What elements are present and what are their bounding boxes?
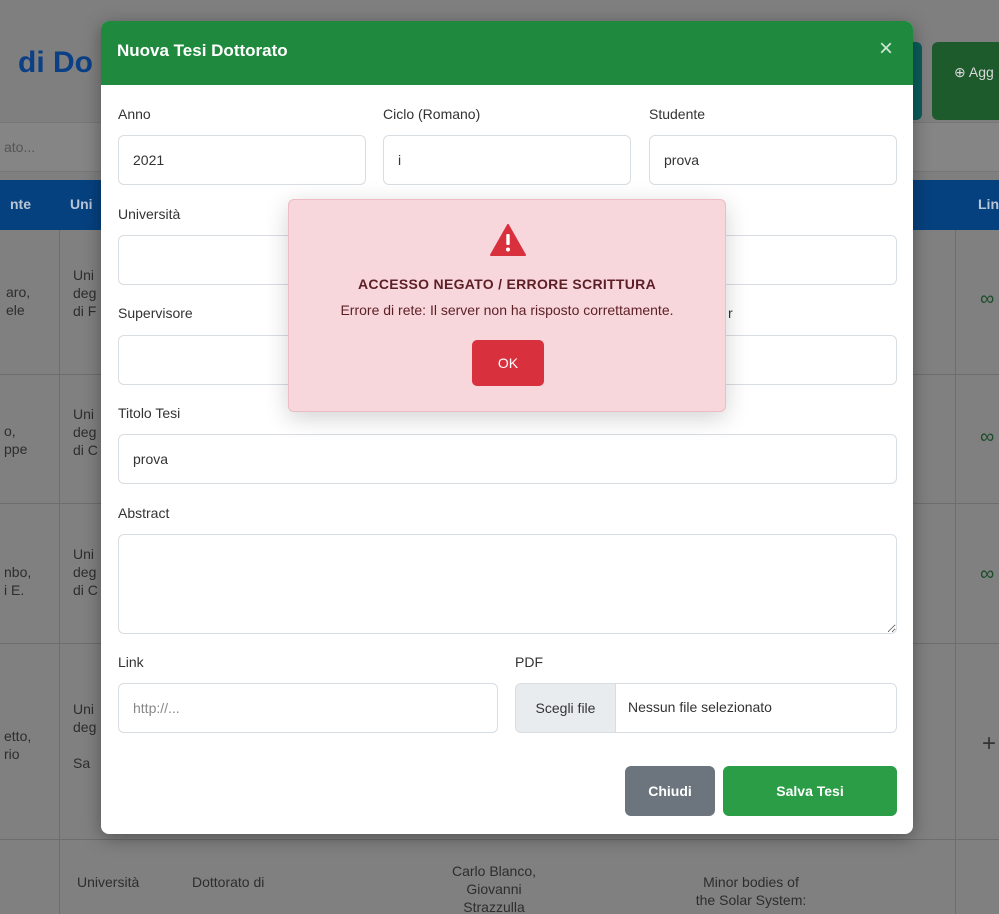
link-icon[interactable]: ∞	[980, 563, 994, 586]
cell-title: Minor bodies of the Solar System:	[695, 874, 807, 908]
studente-input[interactable]	[649, 135, 897, 185]
choose-file-button[interactable]: Scegli file	[516, 684, 616, 732]
column-divider	[59, 230, 60, 914]
add-button[interactable]: ⊕ Agg	[932, 42, 999, 120]
add-button-label: Agg	[968, 64, 994, 80]
search-placeholder: ato...	[4, 139, 36, 155]
titolo-input[interactable]	[118, 434, 897, 484]
ciclo-input[interactable]	[383, 135, 631, 185]
close-icon[interactable]: ×	[879, 37, 893, 61]
header-studente: nte	[10, 196, 31, 212]
cell-student: aro, ele	[6, 284, 31, 318]
titolo-label: Titolo Tesi	[118, 405, 181, 421]
alert-title: ACCESSO NEGATO / ERRORE SCRITTURA	[358, 276, 656, 292]
cell-course: Dottorato di	[192, 874, 265, 890]
abstract-label: Abstract	[118, 505, 170, 521]
plus-icon[interactable]: +	[982, 730, 996, 758]
close-button[interactable]: Chiudi	[625, 766, 715, 816]
page-title: di Do	[18, 46, 93, 79]
column-divider	[955, 230, 956, 914]
cell-university: Università	[77, 874, 140, 890]
pdf-file-input[interactable]: Scegli file Nessun file selezionato	[515, 683, 897, 733]
link-icon[interactable]: ∞	[980, 288, 994, 311]
modal-title: Nuova Tesi Dottorato	[117, 41, 288, 60]
link-input[interactable]	[118, 683, 498, 733]
cell-university: Uni deg di C	[73, 546, 98, 598]
cell-university: Uni deg Sa	[73, 701, 97, 771]
supervisore-label: Supervisore	[118, 305, 193, 321]
alert-message: Errore di rete: Il server non ha rispost…	[340, 302, 674, 318]
link-icon[interactable]: ∞	[980, 426, 994, 449]
anno-input[interactable]	[118, 135, 366, 185]
new-thesis-modal: Nuova Tesi Dottorato × Anno Ciclo (Roman…	[101, 21, 913, 834]
file-status: Nessun file selezionato	[628, 699, 772, 715]
link-label: Link	[118, 654, 144, 670]
studente-label: Studente	[649, 106, 706, 122]
abstract-textarea[interactable]	[118, 534, 897, 634]
ok-button[interactable]: OK	[472, 340, 544, 386]
pdf-label: PDF	[515, 654, 543, 670]
cell-student: o, ppe	[4, 423, 28, 457]
universita-label: Università	[118, 206, 181, 222]
error-alert: ACCESSO NEGATO / ERRORE SCRITTURA Errore…	[288, 199, 726, 412]
warning-triangle-icon	[490, 224, 526, 256]
cell-university: Uni deg di C	[73, 406, 98, 458]
cell-supervisors: Carlo Blanco, Giovanni Strazzulla	[451, 863, 537, 914]
cell-student: nbo, i E.	[4, 564, 32, 598]
modal-header: Nuova Tesi Dottorato ×	[101, 21, 913, 85]
anno-label: Anno	[118, 106, 151, 122]
header-link: Lin	[978, 196, 999, 212]
co-supervisor-label: r	[728, 305, 733, 321]
plus-circle-icon: ⊕	[954, 64, 966, 80]
header-universita: Uni	[70, 196, 93, 212]
save-button[interactable]: Salva Tesi	[723, 766, 897, 816]
cell-student: etto, rio	[4, 728, 32, 762]
ciclo-label: Ciclo (Romano)	[383, 106, 481, 122]
cell-university: Uni deg di F	[73, 267, 97, 319]
